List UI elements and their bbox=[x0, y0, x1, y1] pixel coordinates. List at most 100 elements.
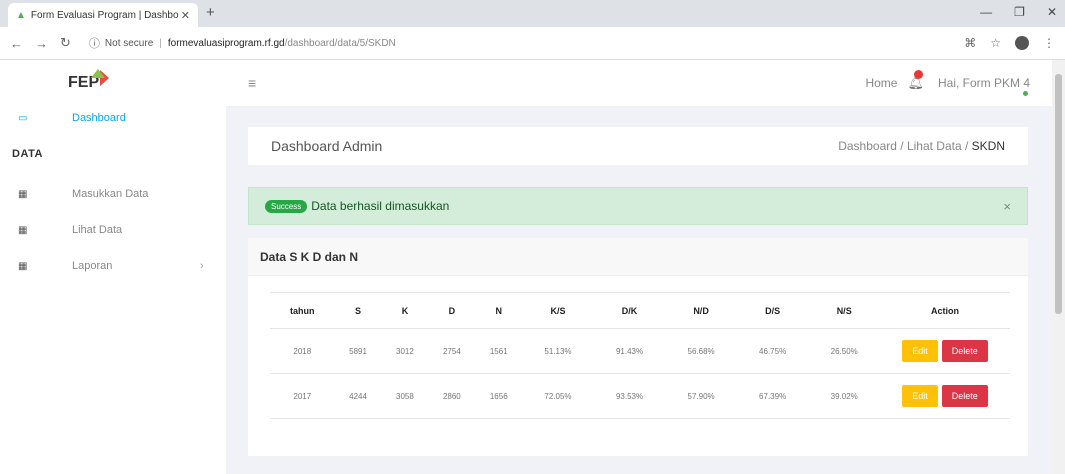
top-header: ≡ Home 🔔︎ Hai, Form PKM 4 bbox=[226, 60, 1052, 106]
cell-n-d: 57.90% bbox=[665, 373, 737, 419]
profile-avatar-icon[interactable] bbox=[1015, 36, 1029, 50]
cell-action: Edit Delete bbox=[880, 373, 1010, 419]
column-header: N bbox=[475, 292, 523, 329]
back-icon[interactable]: ← bbox=[10, 36, 23, 51]
bookmark-star-icon[interactable]: ☆ bbox=[990, 36, 1001, 50]
edit-button[interactable]: Edit bbox=[902, 340, 938, 362]
page-title: Dashboard Admin bbox=[271, 138, 383, 154]
tab-title: Form Evaluasi Program | Dashbo bbox=[30, 9, 179, 21]
hamburger-menu-icon[interactable]: ≡ bbox=[248, 75, 256, 91]
cell-action: Edit Delete bbox=[880, 328, 1010, 374]
notification-badge bbox=[914, 70, 924, 79]
monitor-icon: ▭ bbox=[18, 112, 28, 124]
column-header: D bbox=[428, 292, 476, 329]
breadcrumb-current: SKDN bbox=[971, 139, 1005, 153]
delete-button[interactable]: Delete bbox=[941, 340, 988, 362]
cell-s: 5891 bbox=[334, 328, 382, 374]
sidebar-item-label: Lihat Data bbox=[72, 224, 123, 236]
forward-icon[interactable]: → bbox=[35, 36, 48, 51]
success-badge: Success bbox=[265, 199, 308, 213]
sidebar-item-label: Masukkan Data bbox=[72, 188, 149, 200]
cell-tahun: 2018 bbox=[270, 328, 335, 374]
new-tab-icon[interactable]: + bbox=[206, 4, 215, 21]
browser-tab[interactable]: ▲ Form Evaluasi Program | Dashbo ✕ bbox=[8, 3, 198, 27]
table-icon: ▦ bbox=[18, 224, 28, 236]
address-bar: ← → ↻ ⓘ Not secure | formevaluasiprogram… bbox=[0, 27, 1065, 60]
info-icon[interactable]: ⓘ bbox=[89, 35, 100, 51]
skdn-table: tahun S K D N K/S D/K N/D D/S N/S Action… bbox=[270, 292, 1010, 419]
cell-k-s: 51.13% bbox=[522, 328, 594, 374]
edit-button[interactable]: Edit bbox=[902, 385, 938, 407]
sidebar: FEP ▭ Dashboard DATA ▦ Masukkan Data ▦ L… bbox=[0, 60, 226, 474]
data-card-title: Data S K D dan N bbox=[248, 238, 1028, 276]
user-menu[interactable]: Hai, Form PKM 4 bbox=[937, 76, 1030, 96]
column-header: D/K bbox=[593, 292, 666, 329]
cell-n: 1561 bbox=[475, 328, 523, 374]
cell-d-s: 46.75% bbox=[736, 328, 809, 374]
translate-icon[interactable]: ⌘ bbox=[964, 36, 976, 50]
success-alert: Success Data berhasil dimasukkan × bbox=[248, 187, 1028, 225]
close-icon[interactable]: × bbox=[1003, 199, 1011, 214]
column-header: S bbox=[334, 292, 382, 329]
user-greeting: Hai, Form PKM 4 bbox=[937, 76, 1030, 90]
window-controls: — ❐ ✕ bbox=[980, 5, 1057, 19]
column-header: Action bbox=[880, 292, 1010, 329]
url-domain: formevaluasiprogram.rf.gd bbox=[167, 37, 285, 49]
url-field[interactable]: ⓘ Not secure | formevaluasiprogram.rf.gd… bbox=[83, 31, 964, 55]
cell-n-s: 26.50% bbox=[808, 328, 880, 374]
cell-s: 4244 bbox=[334, 373, 382, 419]
column-header: N/S bbox=[808, 292, 880, 329]
column-header: N/D bbox=[665, 292, 737, 329]
sidebar-item-dashboard[interactable]: ▭ Dashboard bbox=[0, 100, 226, 136]
breadcrumb: Dashboard / Lihat Data / SKDN bbox=[838, 139, 1005, 153]
cell-n-s: 39.02% bbox=[808, 373, 880, 419]
restore-icon[interactable]: ❐ bbox=[1014, 5, 1025, 19]
page-scrollbar[interactable] bbox=[1052, 60, 1065, 474]
sidebar-section-data: DATA bbox=[12, 148, 43, 160]
page-title-card: Dashboard Admin Dashboard / Lihat Data /… bbox=[248, 127, 1028, 165]
breadcrumb-dashboard[interactable]: Dashboard bbox=[838, 139, 897, 153]
sidebar-item-lihat-data[interactable]: ▦ Lihat Data bbox=[0, 212, 226, 248]
cell-k-s: 72.05% bbox=[522, 373, 594, 419]
breadcrumb-lihat-data[interactable]: Lihat Data bbox=[907, 139, 962, 153]
browser-tab-bar: ▲ Form Evaluasi Program | Dashbo ✕ + — ❐… bbox=[0, 0, 1065, 27]
sidebar-item-masukkan-data[interactable]: ▦ Masukkan Data bbox=[0, 176, 226, 212]
column-header: K/S bbox=[522, 292, 594, 329]
close-tab-icon[interactable]: ✕ bbox=[181, 9, 190, 22]
browser-actions: ⌘ ☆ ⋮ bbox=[964, 36, 1055, 50]
sidebar-item-label: Laporan bbox=[72, 260, 113, 272]
column-header: K bbox=[381, 292, 429, 329]
table-header-row: tahun S K D N K/S D/K N/D D/S N/S Action bbox=[270, 292, 1010, 329]
table-icon: ▦ bbox=[18, 260, 28, 272]
cell-d: 2860 bbox=[428, 373, 476, 419]
cell-k: 3058 bbox=[381, 373, 429, 419]
cell-d-s: 67.39% bbox=[736, 373, 809, 419]
table-row: 2018 5891 3012 2754 1561 51.13% 91.43% 5… bbox=[270, 328, 1010, 374]
column-header: D/S bbox=[736, 292, 809, 329]
delete-button[interactable]: Delete bbox=[941, 385, 988, 407]
sidebar-item-laporan[interactable]: ▦ Laporan › bbox=[0, 248, 226, 284]
cell-tahun: 2017 bbox=[270, 373, 335, 419]
header-right: Home 🔔︎ Hai, Form PKM 4 bbox=[865, 70, 1030, 96]
cell-n-d: 56.68% bbox=[665, 328, 737, 374]
cell-d: 2754 bbox=[428, 328, 476, 374]
table-icon: ▦ bbox=[18, 188, 28, 200]
reload-icon[interactable]: ↻ bbox=[60, 35, 71, 51]
chevron-right-icon: › bbox=[200, 260, 204, 272]
minimize-icon[interactable]: — bbox=[980, 5, 992, 19]
url-path: /dashboard/data/5/SKDN bbox=[284, 37, 396, 49]
cell-k: 3012 bbox=[381, 328, 429, 374]
column-header: tahun bbox=[270, 292, 335, 329]
scrollbar-thumb[interactable] bbox=[1055, 74, 1062, 314]
close-window-icon[interactable]: ✕ bbox=[1047, 5, 1057, 19]
cell-n: 1656 bbox=[475, 373, 523, 419]
table-row: 2017 4244 3058 2860 1656 72.05% 93.53% 5… bbox=[270, 373, 1010, 419]
notification-bell-icon[interactable]: 🔔︎ bbox=[907, 70, 924, 91]
cell-d-k: 91.43% bbox=[593, 328, 666, 374]
favicon-icon: ▲ bbox=[16, 9, 26, 21]
home-link[interactable]: Home bbox=[865, 76, 897, 90]
data-card: Data S K D dan N tahun S K D N K/S D/K N… bbox=[248, 238, 1028, 456]
online-status-dot bbox=[1023, 91, 1028, 96]
menu-kebab-icon[interactable]: ⋮ bbox=[1043, 36, 1055, 50]
sidebar-item-label: Dashboard bbox=[72, 112, 126, 124]
